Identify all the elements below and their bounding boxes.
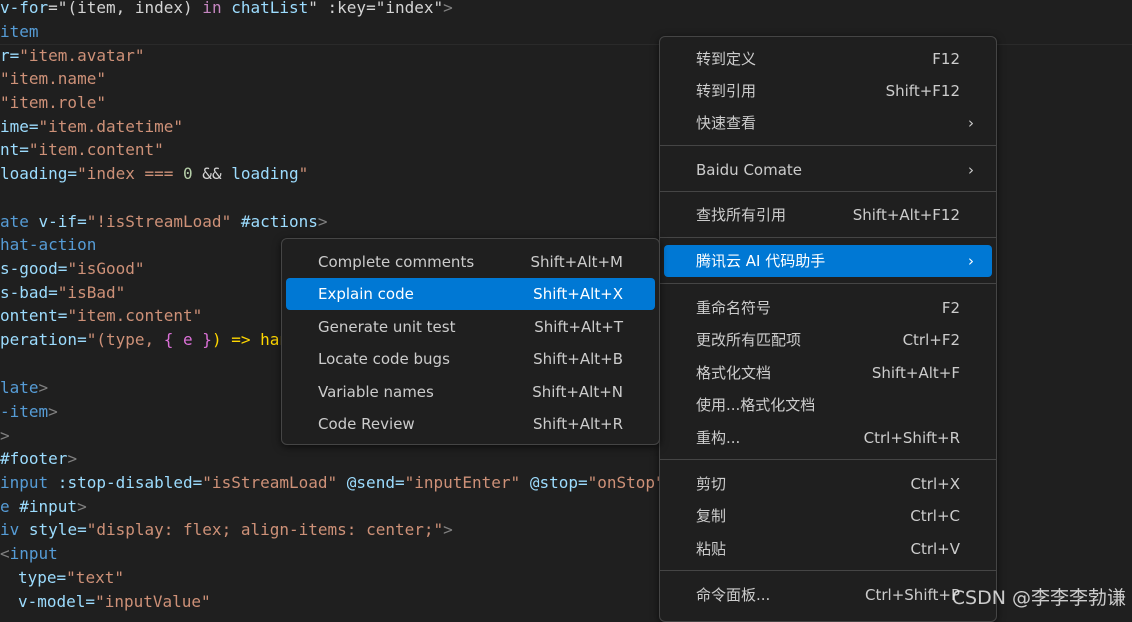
menu-separator	[660, 283, 996, 284]
menu-item-shortcut: Ctrl+Shift+R	[863, 429, 960, 447]
menu-item-change-all-occurrences[interactable]: 更改所有匹配项 Ctrl+F2	[664, 324, 992, 356]
chevron-right-icon: ›	[968, 114, 974, 132]
menu-item-refactor[interactable]: 重构... Ctrl+Shift+R	[664, 422, 992, 454]
menu-item-shortcut: Shift+Alt+F12	[852, 206, 960, 224]
code-line-1: v-for="(item, index) in chatList" :key="…	[0, 0, 453, 17]
submenu-item-generate-unit-test[interactable]: Generate unit test Shift+Alt+T	[286, 311, 655, 343]
menu-item-baidu-comate[interactable]: Baidu Comate ›	[664, 154, 992, 186]
menu-item-find-all-references[interactable]: 查找所有引用 Shift+Alt+F12	[664, 199, 992, 231]
menu-item-label: Baidu Comate	[696, 161, 803, 179]
menu-item-format-document[interactable]: 格式化文档 Shift+Alt+F	[664, 357, 992, 389]
menu-item-shortcut: Ctrl+X	[910, 475, 960, 493]
submenu-item-complete-comments[interactable]: Complete comments Shift+Alt+M	[286, 246, 655, 278]
code-line-23: type="text"	[18, 568, 124, 587]
menu-item-label: 重命名符号	[696, 299, 772, 317]
watermark: CSDN @李李李勃谦	[951, 587, 1126, 609]
code-line-15: late>	[0, 378, 49, 397]
ai-assistant-submenu: Complete comments Shift+Alt+M Explain co…	[281, 238, 660, 445]
code-line-20: e #input>	[0, 497, 87, 516]
menu-item-peek[interactable]: 快速查看 ›	[664, 107, 992, 139]
menu-separator	[660, 145, 996, 146]
menu-item-shortcut: F12	[932, 50, 960, 68]
code-line-13: ontent="item.content"	[0, 306, 203, 325]
code-line-24: v-model="inputValue"	[18, 592, 211, 611]
menu-item-format-document-with[interactable]: 使用...格式化文档	[664, 389, 992, 421]
menu-item-shortcut: Shift+Alt+F	[871, 364, 960, 382]
menu-item-label: 转到定义	[696, 50, 757, 68]
code-line-19: input :stop-disabled="isStreamLoad" @sen…	[0, 473, 665, 492]
menu-item-label: 复制	[696, 507, 727, 525]
menu-item-go-to-references[interactable]: 转到引用 Shift+F12	[664, 75, 992, 107]
code-line-5: "item.role"	[0, 93, 106, 112]
menu-item-shortcut: F2	[941, 299, 960, 317]
menu-item-label: 快速查看	[696, 114, 757, 132]
menu-item-label: 查找所有引用	[696, 206, 787, 224]
menu-item-copy[interactable]: 复制 Ctrl+C	[664, 500, 992, 532]
menu-item-label: Explain code	[318, 285, 414, 303]
code-line-17: >	[0, 426, 10, 445]
menu-item-label: 命令面板...	[696, 586, 771, 604]
menu-item-shortcut: Ctrl+C	[910, 507, 960, 525]
context-menu: 转到定义 F12 转到引用 Shift+F12 快速查看 › Baidu Com…	[659, 36, 997, 622]
menu-item-command-palette[interactable]: 命令面板... Ctrl+Shift+P	[664, 579, 992, 611]
menu-item-tencent-ai-assistant[interactable]: 腾讯云 AI 代码助手 ›	[664, 245, 992, 277]
menu-item-label: 使用...格式化文档	[696, 396, 816, 414]
menu-item-go-to-definition[interactable]: 转到定义 F12	[664, 43, 992, 75]
code-line-11: s-good="isGood"	[0, 259, 145, 278]
menu-item-label: Locate code bugs	[318, 350, 450, 368]
code-line-21: iv style="display: flex; align-items: ce…	[0, 520, 453, 539]
menu-item-shortcut: Shift+Alt+T	[534, 318, 623, 336]
submenu-item-code-review[interactable]: Code Review Shift+Alt+R	[286, 408, 655, 440]
chevron-right-icon: ›	[968, 252, 974, 270]
menu-item-label: Code Review	[318, 415, 415, 433]
menu-item-cut[interactable]: 剪切 Ctrl+X	[664, 468, 992, 500]
menu-separator	[660, 237, 996, 238]
code-line-2: item	[0, 22, 39, 41]
menu-separator	[660, 191, 996, 192]
code-line-22: <input	[0, 544, 58, 563]
menu-item-shortcut: Shift+Alt+B	[533, 350, 623, 368]
submenu-item-locate-code-bugs[interactable]: Locate code bugs Shift+Alt+B	[286, 343, 655, 375]
code-line-14: peration="(type, { e }) => han	[0, 330, 289, 349]
menu-item-paste[interactable]: 粘贴 Ctrl+V	[664, 533, 992, 565]
code-line-10: hat-action	[0, 235, 97, 254]
menu-item-rename-symbol[interactable]: 重命名符号 F2	[664, 292, 992, 324]
menu-item-label: 剪切	[696, 475, 727, 493]
menu-item-shortcut: Ctrl+Shift+P	[865, 586, 960, 604]
menu-item-shortcut: Ctrl+F2	[902, 331, 960, 349]
menu-item-shortcut: Shift+Alt+X	[533, 285, 623, 303]
menu-item-label: Variable names	[318, 383, 434, 401]
code-line-4: "item.name"	[0, 69, 106, 88]
menu-item-label: 粘贴	[696, 540, 727, 558]
code-line-6: ime="item.datetime"	[0, 117, 184, 136]
menu-item-label: Complete comments	[318, 253, 475, 271]
code-line-16: -item>	[0, 402, 58, 421]
menu-item-label: 重构...	[696, 429, 741, 447]
menu-item-label: 更改所有匹配项	[696, 331, 802, 349]
code-line-18: #footer>	[0, 449, 78, 468]
menu-separator	[660, 570, 996, 571]
code-line-7: nt="item.content"	[0, 140, 164, 159]
menu-item-label: Generate unit test	[318, 318, 456, 336]
menu-item-shortcut: Shift+Alt+N	[532, 383, 623, 401]
menu-separator	[660, 459, 996, 460]
chevron-right-icon: ›	[968, 161, 974, 179]
menu-item-shortcut: Ctrl+V	[910, 540, 960, 558]
menu-item-shortcut: Shift+Alt+R	[533, 415, 623, 433]
menu-item-shortcut: Shift+Alt+M	[530, 253, 623, 271]
submenu-item-variable-names[interactable]: Variable names Shift+Alt+N	[286, 376, 655, 408]
code-line-9: ate v-if="!isStreamLoad" #actions>	[0, 212, 328, 231]
menu-item-label: 格式化文档	[696, 364, 772, 382]
code-line-3: r="item.avatar"	[0, 46, 145, 65]
code-line-12: s-bad="isBad"	[0, 283, 126, 302]
submenu-item-explain-code[interactable]: Explain code Shift+Alt+X	[286, 278, 655, 310]
code-line-8: loading="index === 0 && loading"	[0, 164, 309, 183]
menu-item-label: 腾讯云 AI 代码助手	[696, 252, 826, 270]
menu-item-shortcut: Shift+F12	[885, 82, 960, 100]
menu-item-label: 转到引用	[696, 82, 757, 100]
